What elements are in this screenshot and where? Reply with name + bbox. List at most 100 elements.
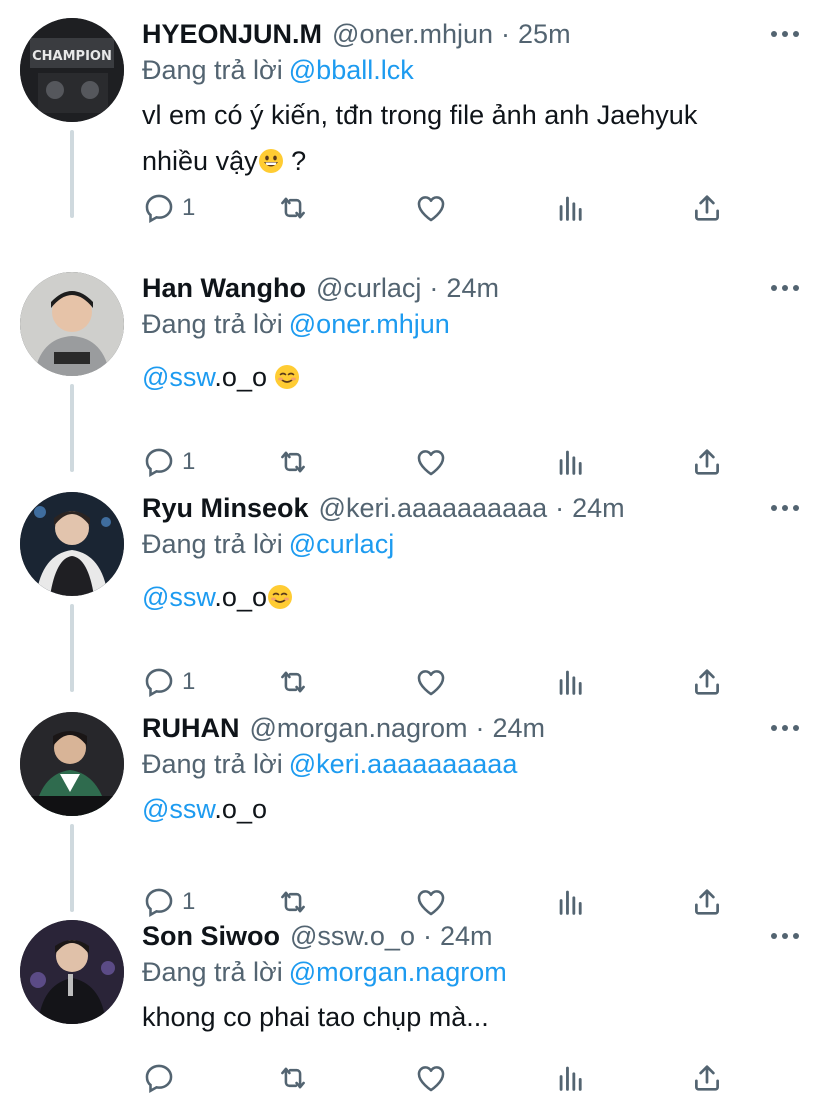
replying-to-mention[interactable]: @curlacj [289, 529, 394, 559]
display-name[interactable]: Han Wangho [142, 270, 306, 306]
replying-to-mention[interactable]: @oner.mhjun [289, 309, 450, 339]
thread-connector [70, 824, 74, 912]
display-name[interactable]: HYEONJUN.M [142, 16, 322, 52]
retweet-button[interactable] [276, 188, 310, 228]
share-button[interactable] [690, 188, 724, 228]
reply-button[interactable] [142, 1058, 182, 1098]
tweet-text-content: .o_o [214, 794, 267, 824]
tweet[interactable]: CHAMPION HYEONJUN.M @oner.mhjun · 25m Đa… [0, 0, 828, 223]
tweet-text: vl em có ý kiến, tđn trong file ảnh anh … [142, 92, 800, 184]
more-options-icon[interactable] [770, 722, 800, 734]
replying-to: Đang trả lời @oner.mhjun [142, 306, 800, 342]
user-handle[interactable]: @ssw.o_o [290, 918, 415, 954]
display-name[interactable]: RUHAN [142, 710, 240, 746]
mention-link[interactable]: @ssw [142, 582, 214, 612]
tweet[interactable]: RUHAN @morgan.nagrom · 24m Đang trả lời @… [0, 694, 828, 917]
retweet-icon [281, 197, 305, 219]
action-bar: 1 [142, 188, 742, 228]
replying-to-mention[interactable]: @morgan.nagrom [289, 957, 507, 987]
thread-connector [70, 604, 74, 692]
retweet-button[interactable] [276, 1058, 310, 1098]
heart-icon [417, 196, 445, 222]
thread-connector [70, 130, 74, 218]
timestamp[interactable]: 25m [518, 16, 571, 52]
replying-to-label: Đang trả lời [142, 55, 283, 85]
avatar[interactable] [20, 712, 124, 816]
tweet-text-content: .o_o [214, 362, 275, 392]
reply-button[interactable]: 1 [142, 188, 195, 228]
avatar-photo-icon [20, 712, 124, 816]
share-button[interactable] [690, 1058, 724, 1098]
more-options-icon[interactable] [770, 282, 800, 294]
separator-dot: · [475, 713, 485, 743]
more-options-icon[interactable] [770, 502, 800, 514]
grinning-face-emoji-icon [258, 142, 284, 173]
reply-count: 1 [182, 668, 196, 695]
analytics-button[interactable] [554, 1058, 588, 1098]
tweet-text: khong co phai tao chụp mà... [142, 994, 800, 1040]
replying-to-label: Đang trả lời [142, 957, 283, 987]
smiling-face-emoji-icon [274, 358, 300, 389]
mention-link[interactable]: @ssw [142, 362, 214, 392]
timestamp[interactable]: 24m [493, 710, 546, 746]
replying-to-label: Đang trả lời [142, 529, 283, 559]
user-handle[interactable]: @keri.aaaaaaaaaa [319, 490, 548, 526]
timestamp[interactable]: 24m [446, 270, 499, 306]
tweet-text-line: ? [283, 146, 307, 176]
tweet[interactable]: Ryu Minseok @keri.aaaaaaaaaa · 24m Đang … [0, 474, 828, 697]
replying-to: Đang trả lời @morgan.nagrom [142, 954, 800, 990]
share-icon [695, 1065, 719, 1091]
like-button[interactable] [414, 188, 448, 228]
replying-to: Đang trả lời @keri.aaaaaaaaaa [142, 746, 800, 782]
replying-to-label: Đang trả lời [142, 309, 283, 339]
tweet[interactable]: Son Siwoo @ssw.o_o · 24m Đang trả lời @mo… [0, 902, 828, 1098]
reply-thread: CHAMPION HYEONJUN.M @oner.mhjun · 25m Đa… [0, 0, 828, 1098]
replying-to-mention[interactable]: @keri.aaaaaaaaaa [289, 749, 518, 779]
reply-icon [145, 194, 173, 223]
avatar[interactable]: CHAMPION [20, 18, 124, 122]
reply-icon [145, 1064, 173, 1093]
replying-to: Đang trả lời @bball.lck [142, 52, 800, 88]
avatar-photo-icon [20, 492, 124, 596]
avatar[interactable] [20, 920, 124, 1024]
avatar-photo-icon [20, 920, 124, 1024]
tweet[interactable]: Han Wangho @curlacj · 24m Đang trả lời @o… [0, 254, 828, 477]
tweet-text: @ssw.o_o [142, 574, 800, 620]
analytics-bars-icon [559, 1066, 582, 1091]
analytics-button[interactable] [554, 188, 588, 228]
smiling-face-emoji-icon [267, 578, 293, 609]
replying-to-mention[interactable]: @bball.lck [289, 55, 414, 85]
mention-link[interactable]: @ssw [142, 794, 214, 824]
share-icon [695, 195, 719, 221]
svg-text:CHAMPION: CHAMPION [32, 49, 112, 64]
analytics-bars-icon [559, 196, 582, 221]
more-options-icon[interactable] [770, 930, 800, 942]
separator-dot: · [429, 273, 439, 303]
like-button[interactable] [414, 1058, 448, 1098]
reply-count: 1 [182, 194, 196, 221]
tweet-text-content: .o_o [214, 582, 267, 612]
timestamp[interactable]: 24m [440, 918, 493, 954]
thread-connector [70, 384, 74, 472]
avatar[interactable] [20, 492, 124, 596]
replying-to: Đang trả lời @curlacj [142, 526, 800, 562]
tweet-text-line: vl em có ý kiến, tđn trong file ảnh anh … [142, 100, 698, 130]
tweet-text-content: khong co phai tao chụp mà... [142, 1002, 489, 1032]
user-handle[interactable]: @morgan.nagrom [250, 710, 468, 746]
tweet-text-line: nhiều vậy [142, 146, 258, 176]
separator-dot: · [501, 19, 511, 49]
display-name[interactable]: Ryu Minseok [142, 490, 309, 526]
separator-dot: · [422, 921, 432, 951]
action-bar [142, 1058, 742, 1098]
retweet-icon [281, 1067, 305, 1089]
replying-to-label: Đang trả lời [142, 749, 283, 779]
timestamp[interactable]: 24m [572, 490, 625, 526]
avatar[interactable] [20, 272, 124, 376]
tweet-text: @ssw.o_o [142, 786, 800, 832]
reply-count: 1 [182, 448, 196, 475]
more-options-icon[interactable] [770, 28, 800, 40]
display-name[interactable]: Son Siwoo [142, 918, 280, 954]
user-handle[interactable]: @curlacj [316, 270, 421, 306]
avatar-photo-icon: CHAMPION [20, 18, 124, 122]
user-handle[interactable]: @oner.mhjun [332, 16, 493, 52]
